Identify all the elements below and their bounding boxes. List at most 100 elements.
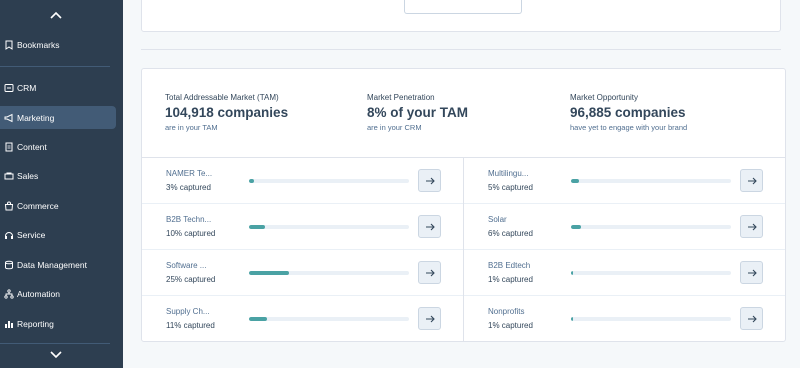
previous-card [141, 0, 781, 32]
progress-fill [249, 225, 265, 229]
arrow-right-icon [425, 315, 435, 322]
sidebar: Bookmarks CRM Marketing Content Sales Co… [0, 0, 123, 368]
arrow-right-icon [425, 223, 435, 230]
stat-label: Market Opportunity [570, 93, 639, 102]
sidebar-item-label: Data Management [17, 259, 87, 270]
segment-captured: 1% captured [488, 321, 533, 330]
capture-progress-bar [571, 179, 731, 183]
segment-row: NAMER Te... 3% captured [142, 158, 463, 204]
segment-captured: 1% captured [488, 275, 533, 284]
arrow-right-icon [747, 269, 757, 276]
sidebar-item-label: Commerce [17, 200, 59, 211]
segment-captured: 25% captured [166, 275, 216, 284]
stat-subtext: have yet to engage with your brand [570, 123, 688, 132]
stat-subtext: are in your CRM [367, 123, 422, 132]
segment-name: B2B Edtech [488, 261, 531, 270]
segment-name: NAMER Te... [166, 169, 213, 178]
market-penetration-stat: Market Penetration 8% of your TAM are in… [367, 93, 567, 132]
progress-fill [249, 271, 289, 275]
open-segment-arrow-button[interactable] [418, 169, 441, 192]
sidebar-item-marketing[interactable]: Marketing [0, 106, 116, 129]
sidebar-item-commerce[interactable]: Commerce [0, 194, 116, 217]
arrow-right-icon [425, 177, 435, 184]
stat-value: 8% of your TAM [367, 105, 468, 120]
scroll-down-chevron-icon[interactable] [0, 345, 112, 365]
section-divider [141, 49, 781, 50]
stat-value: 104,918 companies [165, 105, 289, 120]
segment-captured: 11% captured [166, 321, 215, 330]
capture-progress-bar [249, 179, 409, 183]
segment-row: Multilingu... 5% captured [464, 158, 785, 204]
tam-card: Total Addressable Market (TAM) 104,918 c… [141, 68, 786, 342]
automation-icon [3, 288, 14, 299]
sidebar-item-crm[interactable]: CRM [0, 76, 116, 99]
document-icon [3, 141, 14, 152]
segment-captured: 5% captured [488, 183, 533, 192]
progress-fill [571, 271, 574, 275]
progress-fill [571, 317, 574, 321]
sidebar-item-label: Sales [17, 170, 39, 181]
segment-row: Software ... 25% captured [142, 250, 463, 296]
bar-chart-icon [3, 318, 14, 329]
open-segment-arrow-button[interactable] [418, 215, 441, 238]
capture-progress-bar [571, 317, 731, 321]
bookmark-icon [3, 39, 14, 50]
sales-icon [3, 170, 14, 181]
open-segment-arrow-button[interactable] [740, 215, 763, 238]
sidebar-item-automation[interactable]: Automation [0, 282, 116, 305]
shopping-bag-icon [3, 200, 14, 211]
market-opportunity-stat: Market Opportunity 96,885 companies have… [570, 93, 770, 132]
crm-icon [3, 82, 14, 93]
sidebar-item-label: Reporting [17, 318, 54, 329]
capture-progress-bar [571, 271, 731, 275]
sidebar-item-label: CRM [17, 82, 37, 93]
stat-label: Total Addressable Market (TAM) [165, 93, 279, 102]
progress-fill [249, 179, 254, 183]
segment-row: B2B Techn... 10% captured [142, 204, 463, 250]
sidebar-divider [0, 66, 110, 67]
capture-progress-bar [249, 225, 409, 229]
segment-row: Solar 6% captured [464, 204, 785, 250]
sidebar-item-label: Service [17, 229, 46, 240]
database-icon [3, 259, 14, 270]
open-segment-arrow-button[interactable] [740, 307, 763, 330]
segment-name: Nonprofits [488, 307, 525, 316]
segment-row: Nonprofits 1% captured [464, 296, 785, 342]
service-icon [3, 229, 14, 240]
scroll-up-chevron-icon[interactable] [0, 5, 112, 25]
segment-name: Multilingu... [488, 169, 529, 178]
megaphone-icon [3, 112, 14, 123]
arrow-right-icon [747, 223, 757, 230]
sidebar-item-bookmarks[interactable]: Bookmarks [0, 33, 116, 56]
stat-label: Market Penetration [367, 93, 435, 102]
sidebar-item-label: Marketing [17, 112, 55, 123]
segment-row: Supply Ch... 11% captured [142, 296, 463, 342]
open-segment-arrow-button[interactable] [740, 261, 763, 284]
segment-name: Supply Ch... [166, 307, 210, 316]
open-segment-arrow-button[interactable] [418, 261, 441, 284]
sidebar-item-label: Content [17, 141, 47, 152]
open-segment-arrow-button[interactable] [418, 307, 441, 330]
progress-fill [571, 225, 581, 229]
segment-name: Software ... [166, 261, 207, 270]
sidebar-item-label: Automation [17, 288, 60, 299]
capture-progress-bar [249, 271, 409, 275]
sidebar-item-content[interactable]: Content [0, 135, 116, 158]
capture-progress-bar [571, 225, 731, 229]
sidebar-item-sales[interactable]: Sales [0, 164, 116, 187]
sidebar-item-data-management[interactable]: Data Management [0, 253, 116, 276]
sidebar-item-service[interactable]: Service [0, 223, 116, 246]
segment-captured: 10% captured [166, 229, 216, 238]
sidebar-item-reporting[interactable]: Reporting [0, 312, 116, 335]
capture-progress-bar [249, 317, 409, 321]
open-segment-arrow-button[interactable] [740, 169, 763, 192]
previous-card-button[interactable] [404, 0, 522, 14]
arrow-right-icon [747, 177, 757, 184]
stat-subtext: are in your TAM [165, 123, 218, 132]
segment-captured: 6% captured [488, 229, 533, 238]
stat-value: 96,885 companies [570, 105, 686, 120]
arrow-right-icon [425, 269, 435, 276]
segment-row: B2B Edtech 1% captured [464, 250, 785, 296]
main-content: Total Addressable Market (TAM) 104,918 c… [123, 0, 800, 368]
tam-stat: Total Addressable Market (TAM) 104,918 c… [165, 93, 365, 132]
